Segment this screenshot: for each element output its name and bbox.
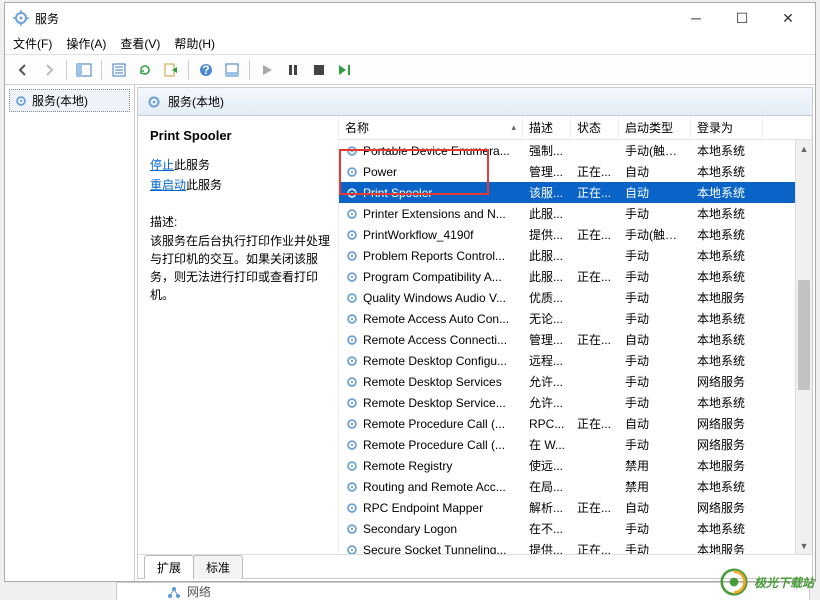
- col-desc[interactable]: 描述: [523, 116, 571, 139]
- maximize-button[interactable]: ☐: [719, 3, 765, 33]
- restart-play-icon: [338, 64, 352, 76]
- restart-link[interactable]: 重启动: [150, 178, 186, 192]
- service-list: 名称▴ 描述 状态 启动类型 登录为 Portable Device Enume…: [338, 116, 812, 554]
- tabs: 扩展 标准: [138, 554, 812, 578]
- table-row[interactable]: Printer Extensions and N...此服...手动本地系统: [339, 203, 812, 224]
- panel-icon: [76, 62, 92, 78]
- properties-button[interactable]: [107, 58, 131, 82]
- export-icon: [163, 62, 179, 78]
- scrollbar-thumb[interactable]: [798, 280, 810, 390]
- tree-pane: 服务(本地): [5, 85, 135, 581]
- start-service-button[interactable]: [255, 58, 279, 82]
- services-icon: [13, 10, 29, 26]
- vertical-scrollbar[interactable]: ▲ ▼: [795, 140, 812, 554]
- col-status[interactable]: 状态: [571, 116, 619, 139]
- menu-action[interactable]: 操作(A): [66, 35, 106, 52]
- col-name[interactable]: 名称▴: [339, 116, 523, 139]
- scroll-up-icon[interactable]: ▲: [796, 140, 812, 157]
- tree-item-label: 服务(本地): [32, 92, 88, 109]
- minimize-button[interactable]: ─: [673, 3, 719, 33]
- services-window: 服务 ─ ☐ ✕ 文件(F) 操作(A) 查看(V) 帮助(H) ?: [4, 2, 816, 582]
- watermark: 极光下载站: [720, 568, 814, 596]
- col-logon[interactable]: 登录为: [691, 116, 763, 139]
- col-startup[interactable]: 启动类型: [619, 116, 691, 139]
- bottom-label: 网络: [187, 583, 211, 600]
- svg-text:?: ?: [202, 63, 209, 77]
- toolbar-btn-8[interactable]: [220, 58, 244, 82]
- table-row[interactable]: Remote Procedure Call (...RPC...正在...自动网…: [339, 413, 812, 434]
- table-row[interactable]: Routing and Remote Acc...在局...禁用本地系统: [339, 476, 812, 497]
- table-row[interactable]: RPC Endpoint Mapper解析...正在...自动网络服务: [339, 497, 812, 518]
- menu-view[interactable]: 查看(V): [120, 35, 160, 52]
- show-hide-tree-button[interactable]: [72, 58, 96, 82]
- table-row[interactable]: Remote Desktop Service...允许...手动本地系统: [339, 392, 812, 413]
- play-icon: [261, 64, 273, 76]
- desc-text: 该服务在后台执行打印作业并处理与打印机的交互。如果关闭该服务，则无法进行打印或查…: [150, 232, 330, 304]
- network-icon: [167, 585, 181, 599]
- table-row[interactable]: Remote Access Connecti...管理...正在...自动本地系…: [339, 329, 812, 350]
- export-button[interactable]: [159, 58, 183, 82]
- titlebar[interactable]: 服务 ─ ☐ ✕: [5, 3, 815, 33]
- sheet-icon: [224, 62, 240, 78]
- restart-service-button[interactable]: [333, 58, 357, 82]
- tab-standard[interactable]: 标准: [193, 555, 243, 579]
- table-row[interactable]: Secondary Logon在不...手动本地系统: [339, 518, 812, 539]
- service-title: Print Spooler: [150, 128, 330, 143]
- table-row[interactable]: Remote Registry使远...禁用本地服务: [339, 455, 812, 476]
- gear-icon: [14, 94, 28, 108]
- arrow-right-icon: [41, 62, 57, 78]
- back-button[interactable]: [11, 58, 35, 82]
- help-button[interactable]: ?: [194, 58, 218, 82]
- watermark-text: 极光下载站: [754, 574, 814, 591]
- tab-extended[interactable]: 扩展: [144, 555, 194, 579]
- refresh-icon: [137, 62, 153, 78]
- detail-pane: Print Spooler 停止此服务 重启动此服务 描述: 该服务在后台执行打…: [138, 116, 338, 554]
- table-row[interactable]: Print Spooler该服...正在...自动本地系统: [339, 182, 812, 203]
- watermark-icon: [720, 568, 748, 596]
- table-row[interactable]: Remote Access Auto Con...无论...手动本地系统: [339, 308, 812, 329]
- bottom-strip: 网络: [116, 582, 810, 600]
- menu-file[interactable]: 文件(F): [13, 35, 52, 52]
- table-row[interactable]: Remote Procedure Call (...在 W...手动网络服务: [339, 434, 812, 455]
- forward-button[interactable]: [37, 58, 61, 82]
- pause-icon: [287, 64, 299, 76]
- help-icon: ?: [198, 62, 214, 78]
- panel-header-text: 服务(本地): [168, 93, 224, 110]
- pause-service-button[interactable]: [281, 58, 305, 82]
- menubar: 文件(F) 操作(A) 查看(V) 帮助(H): [5, 33, 815, 55]
- table-row[interactable]: Remote Desktop Services允许...手动网络服务: [339, 371, 812, 392]
- table-row[interactable]: Quality Windows Audio V...优质...手动本地服务: [339, 287, 812, 308]
- table-row[interactable]: Problem Reports Control...此服...手动本地系统: [339, 245, 812, 266]
- table-row[interactable]: PrintWorkflow_4190f提供...正在...手动(触发...本地系…: [339, 224, 812, 245]
- close-button[interactable]: ✕: [765, 3, 811, 33]
- gear-icon: [146, 94, 162, 110]
- window-title: 服务: [35, 10, 673, 27]
- column-headers: 名称▴ 描述 状态 启动类型 登录为: [339, 116, 812, 140]
- arrow-left-icon: [15, 62, 31, 78]
- properties-icon: [111, 62, 127, 78]
- toolbar: ?: [5, 55, 815, 85]
- menu-help[interactable]: 帮助(H): [174, 35, 215, 52]
- stop-service-button[interactable]: [307, 58, 331, 82]
- desc-label: 描述:: [150, 213, 330, 230]
- tree-item-services-local[interactable]: 服务(本地): [9, 89, 130, 112]
- scroll-down-icon[interactable]: ▼: [796, 537, 812, 554]
- stop-link[interactable]: 停止: [150, 158, 174, 172]
- stop-icon: [313, 64, 325, 76]
- right-pane: 服务(本地) Print Spooler 停止此服务 重启动此服务 描述: 该服…: [137, 87, 813, 579]
- panel-header: 服务(本地): [138, 88, 812, 116]
- table-row[interactable]: Secure Socket Tunneling...提供...正在...手动本地…: [339, 539, 812, 554]
- table-row[interactable]: Program Compatibility A...此服...正在...手动本地…: [339, 266, 812, 287]
- table-row[interactable]: Portable Device Enumera...强制...手动(触发...本…: [339, 140, 812, 161]
- refresh-button[interactable]: [133, 58, 157, 82]
- table-row[interactable]: Power管理...正在...自动本地系统: [339, 161, 812, 182]
- table-row[interactable]: Remote Desktop Configu...远程...手动本地系统: [339, 350, 812, 371]
